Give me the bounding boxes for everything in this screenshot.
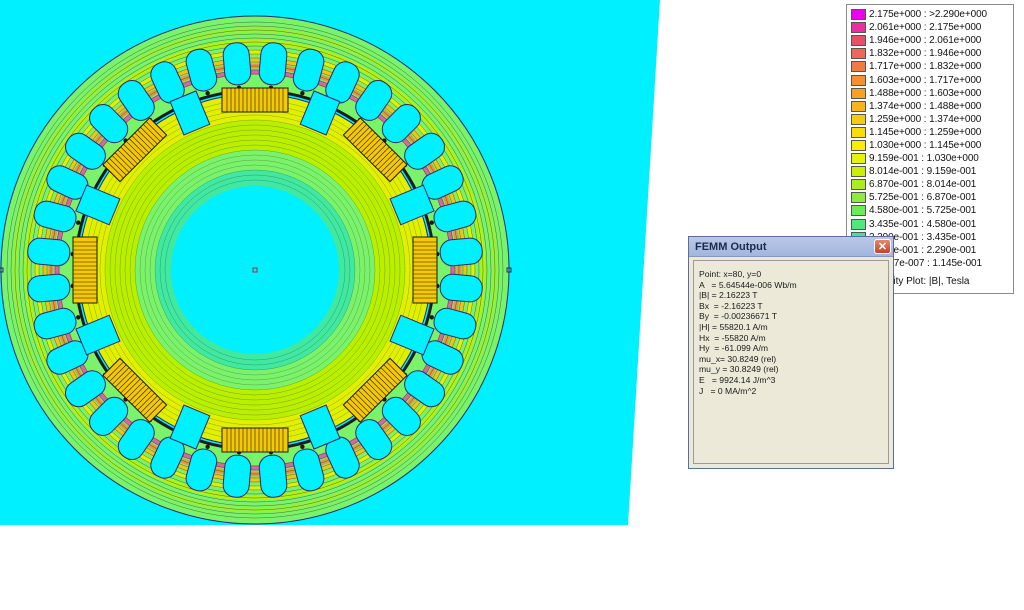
slot-opening [76, 315, 81, 320]
output-line: Hy = -61.099 A/m [699, 343, 769, 354]
legend-swatch [851, 9, 866, 21]
legend-swatch [851, 22, 866, 34]
legend-entry: 6.870e-001 : 8.014e-001 [851, 178, 1013, 191]
legend-label: 1.717e+000 : 1.832e+000 [869, 61, 982, 73]
stator-slot [439, 237, 483, 267]
legend-label: 6.870e-001 : 8.014e-001 [869, 179, 977, 191]
legend-label: 4.580e-001 : 5.725e-001 [869, 205, 977, 217]
legend-entry: 1.832e+000 : 1.946e+000 [851, 47, 1013, 60]
legend-label: 2.061e+000 : 2.175e+000 [869, 22, 982, 34]
slot-opening [205, 91, 210, 96]
legend-entry: 1.488e+000 : 1.603e+000 [851, 87, 1013, 100]
stator-slot [258, 454, 288, 498]
stator-slot [27, 237, 71, 267]
slot-opening [300, 444, 305, 449]
legend-entry: 1.603e+000 : 1.717e+000 [851, 73, 1013, 86]
output-line: A = 5.64544e-006 Wb/m [699, 279, 797, 290]
legend-entry: 8.014e-001 : 9.159e-001 [851, 165, 1013, 178]
slot-opening [76, 220, 81, 225]
stator-slot [27, 273, 71, 303]
femm-output-window[interactable]: FEMM Output ✕ Point: x=80, y=0 A = 5.6454… [688, 236, 894, 469]
output-line: Bx = -2.16223 T [699, 300, 763, 311]
legend-label: 1.145e+000 : 1.259e+000 [869, 126, 982, 138]
output-line: By = -0.00236671 T [699, 311, 777, 322]
legend-entry: 1.374e+000 : 1.488e+000 [851, 100, 1013, 113]
output-line: |B| = 2.16223 T [699, 290, 758, 301]
legend-swatch [851, 87, 866, 99]
legend-label: 1.259e+000 : 1.374e+000 [869, 113, 982, 125]
output-line: E = 9924.14 J/m^3 [699, 374, 776, 385]
femm-viewport[interactable]: 2.175e+000 : >2.290e+000 2.061e+000 : 2.1… [0, 0, 1024, 610]
femm-output-text: Point: x=80, y=0 A = 5.64544e-006 Wb/m |B|… [693, 260, 889, 464]
legend-label: 1.488e+000 : 1.603e+000 [869, 87, 982, 99]
legend-swatch [851, 48, 866, 60]
legend-swatch [851, 126, 866, 138]
legend-swatch [851, 192, 866, 204]
legend-entry: 9.159e-001 : 1.030e+000 [851, 152, 1013, 165]
legend-label: 2.175e+000 : >2.290e+000 [869, 9, 987, 21]
legend-entry: 1.259e+000 : 1.374e+000 [851, 113, 1013, 126]
slot-opening [429, 315, 434, 320]
legend-swatch [851, 179, 866, 191]
shaft-region [171, 186, 339, 354]
legend-swatch [851, 113, 866, 125]
motor-cross-section [0, 15, 512, 525]
stator-slot [439, 273, 483, 303]
stator-slot [258, 42, 288, 86]
stator-slot [222, 454, 252, 498]
legend-swatch [851, 35, 866, 47]
output-line: Point: x=80, y=0 [699, 269, 762, 279]
legend-entry: 1.946e+000 : 2.061e+000 [851, 34, 1013, 47]
output-line: mu_x= 30.8249 (rel) [699, 353, 777, 364]
legend-label: 1.603e+000 : 1.717e+000 [869, 74, 982, 86]
output-line: J = 0 MA/m^2 [699, 385, 757, 396]
legend-swatch [851, 61, 866, 73]
legend-label: 1.374e+000 : 1.488e+000 [869, 100, 982, 112]
output-line: mu_y = 30.8249 (rel) [699, 364, 779, 375]
legend-swatch [851, 205, 866, 217]
close-icon[interactable]: ✕ [874, 239, 891, 254]
legend-label: 3.435e-001 : 4.580e-001 [869, 218, 977, 230]
legend-entry: 1.030e+000 : 1.145e+000 [851, 139, 1013, 152]
legend-entry: 5.725e-001 : 6.870e-001 [851, 191, 1013, 204]
slot-opening [205, 444, 210, 449]
legend-swatch [851, 166, 866, 178]
legend-label: 8.014e-001 : 9.159e-001 [869, 166, 977, 178]
legend-swatch [851, 153, 866, 165]
slot-opening [429, 220, 434, 225]
output-line: Hx = -55820 A/m [699, 332, 766, 343]
legend-swatch [851, 74, 866, 86]
legend-label: 1.946e+000 : 2.061e+000 [869, 35, 982, 47]
legend-swatch [851, 218, 866, 230]
slot-opening [300, 91, 305, 96]
legend-entry: 4.580e-001 : 5.725e-001 [851, 204, 1013, 217]
legend-entry: 1.717e+000 : 1.832e+000 [851, 60, 1013, 73]
legend-swatch [851, 100, 866, 112]
legend-label: 5.725e-001 : 6.870e-001 [869, 192, 977, 204]
legend-rows: 2.175e+000 : >2.290e+000 2.061e+000 : 2.1… [851, 8, 1013, 270]
stator-slot [222, 42, 252, 86]
legend-label: 9.159e-001 : 1.030e+000 [869, 153, 979, 165]
legend-entry: 2.061e+000 : 2.175e+000 [851, 21, 1013, 34]
window-title: FEMM Output [695, 240, 767, 253]
legend-label: 1.832e+000 : 1.946e+000 [869, 48, 982, 60]
legend-entry: 2.175e+000 : >2.290e+000 [851, 8, 1013, 21]
legend-entry: 1.145e+000 : 1.259e+000 [851, 126, 1013, 139]
output-line: |H| = 55820.1 A/m [699, 321, 768, 332]
legend-swatch [851, 139, 866, 151]
legend-entry: 3.435e-001 : 4.580e-001 [851, 218, 1013, 231]
femm-output-titlebar[interactable]: FEMM Output ✕ [689, 237, 893, 257]
legend-label: 1.030e+000 : 1.145e+000 [869, 139, 982, 151]
